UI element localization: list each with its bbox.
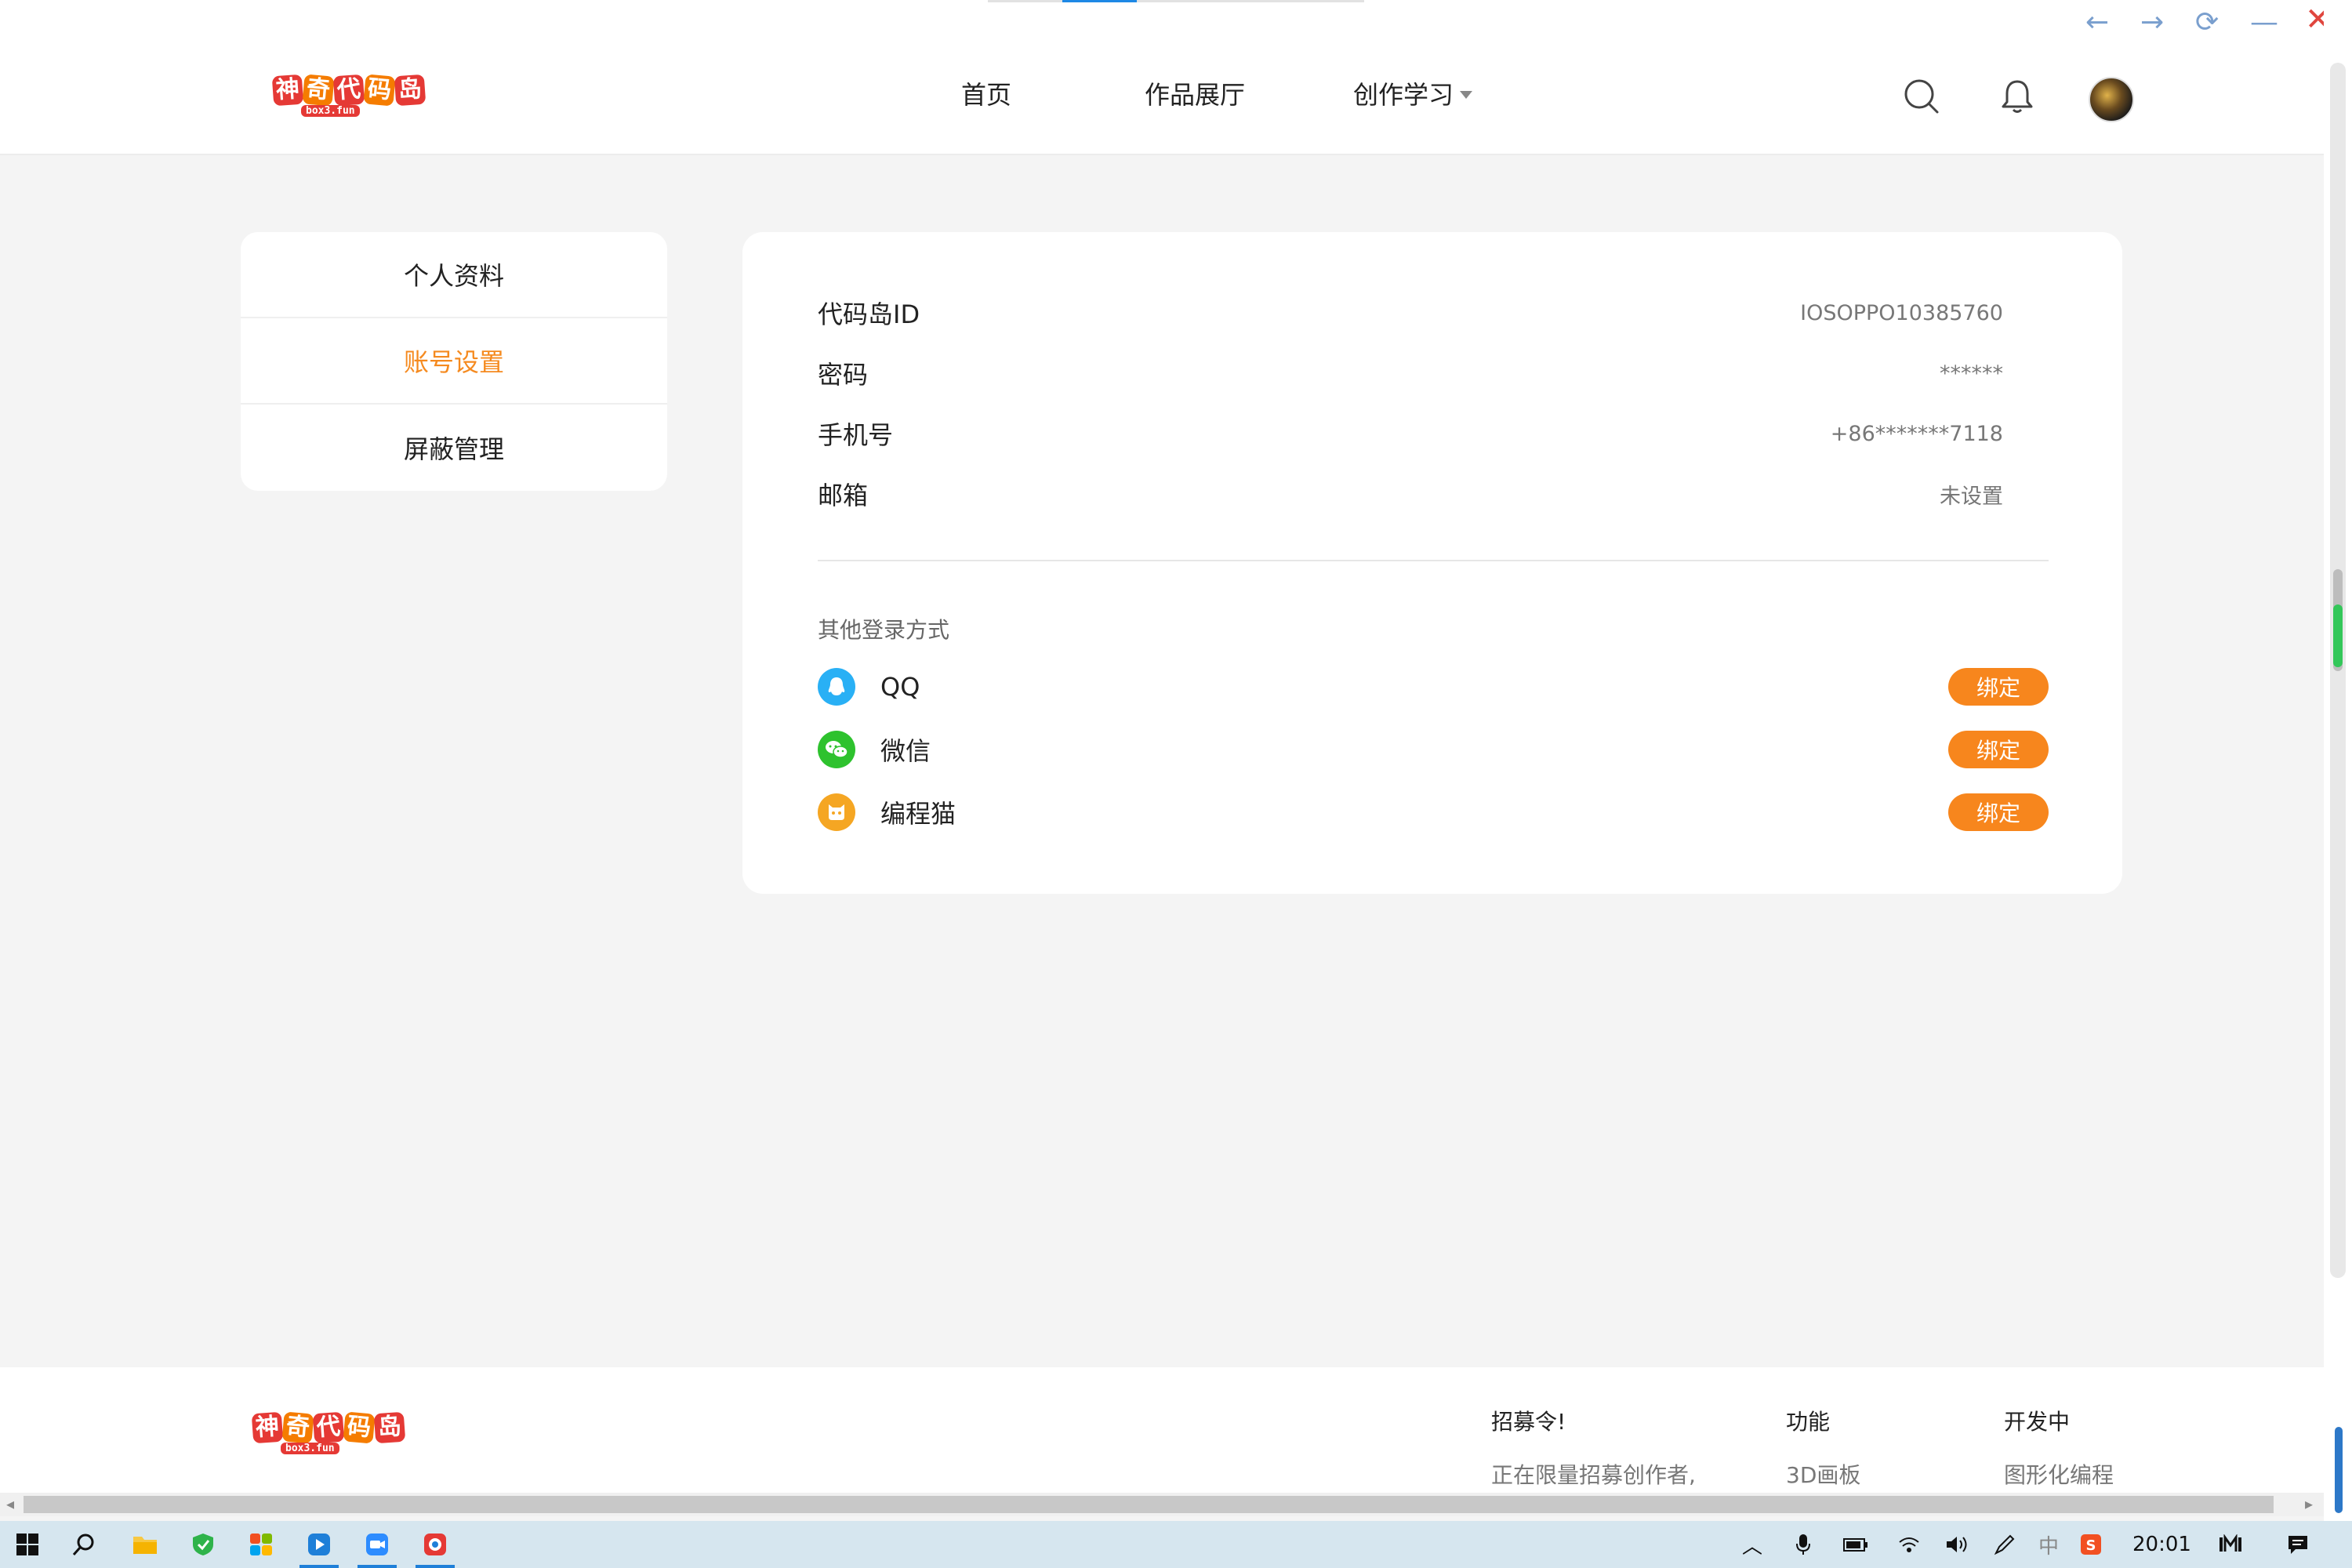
qq-icon (818, 668, 855, 706)
provider-row-codemao: 编程猫 绑定 (818, 793, 2049, 831)
horizontal-scrollbar[interactable]: ◂ ▸ (0, 1493, 2324, 1516)
scroll-right-icon[interactable]: ▸ (2305, 1494, 2313, 1513)
svg-text:S: S (2086, 1537, 2096, 1554)
security-shield-icon[interactable] (176, 1521, 230, 1568)
logo-char: 代 (332, 74, 365, 107)
field-value: ****** (1940, 361, 2003, 386)
search-icon[interactable] (1904, 78, 1940, 118)
logo-char: 奇 (302, 74, 335, 107)
codemao-icon (818, 793, 855, 831)
back-icon[interactable]: ← (2085, 6, 2109, 38)
account-settings-card: 代码岛ID IOSOPPO10385760 密码 ****** 手机号 +86*… (742, 232, 2122, 894)
other-login-title: 其他登录方式 (818, 617, 950, 643)
battery-icon[interactable] (1842, 1521, 1869, 1568)
footer-link[interactable]: 正在限量招募创作者, (1491, 1458, 1696, 1490)
app-grid-icon[interactable] (234, 1521, 289, 1568)
account-row-id: 代码岛ID IOSOPPO10385760 (818, 295, 2003, 331)
nav-learn[interactable]: 创作学习 (1353, 75, 1473, 111)
scroll-thumb[interactable] (24, 1496, 2274, 1513)
top-bar: 神 奇 代 码 岛 box3.fun 首页 作品展厅 创作学习 ← → ⟳ — … (0, 0, 2332, 155)
logo-char: 神 (251, 1411, 284, 1444)
language-icon[interactable] (2217, 1521, 2244, 1568)
logo-char: 岛 (394, 74, 426, 107)
footer: 神 奇 代 码 岛 box3.fun 招募令! 正在限量招募创作者, 功能 3D… (0, 1367, 2324, 1493)
menu-item-block-management[interactable]: 屏蔽管理 (241, 405, 667, 491)
pen-icon[interactable] (1993, 1521, 2016, 1568)
chevron-down-icon (1460, 91, 1473, 99)
divider (818, 560, 2049, 561)
meeting-app-icon[interactable] (350, 1521, 405, 1568)
field-value: 未设置 (1940, 484, 2003, 509)
footer-col-dev: 开发中 图形化编程 (2004, 1405, 2114, 1490)
logo-char: 岛 (373, 1411, 406, 1444)
vertical-scrollbar[interactable] (2324, 0, 2352, 1521)
ime-indicator[interactable]: 中 (2038, 1521, 2059, 1568)
field-label: 密码 (818, 360, 869, 390)
bell-icon[interactable] (2001, 78, 2034, 118)
footer-logo[interactable]: 神 奇 代 码 岛 box3.fun (251, 1411, 406, 1454)
wechat-icon (818, 731, 855, 768)
field-value: IOSOPPO10385760 (1800, 300, 2003, 325)
field-value: +86*******7118 (1830, 421, 2003, 446)
bind-wechat-button[interactable]: 绑定 (1948, 731, 2049, 768)
footer-link[interactable]: 3D画板 (1786, 1458, 1860, 1490)
scroll-left-icon[interactable]: ◂ (6, 1494, 14, 1513)
footer-heading: 招募令! (1491, 1409, 1566, 1435)
minimize-icon[interactable]: — (2250, 6, 2278, 38)
settings-menu: 个人资料 账号设置 屏蔽管理 (241, 232, 667, 491)
windows-start-icon[interactable] (0, 1521, 55, 1568)
logo-char: 奇 (281, 1411, 314, 1444)
account-row-phone[interactable]: 手机号 +86*******7118 (818, 416, 2003, 452)
provider-row-wechat: 微信 绑定 (818, 731, 2049, 768)
forward-icon[interactable]: → (2140, 6, 2164, 38)
bind-qq-button[interactable]: 绑定 (1948, 668, 2049, 706)
search-icon[interactable] (56, 1521, 111, 1568)
taskbar: ︿ 中 S 20:01 (0, 1521, 2352, 1568)
footer-heading: 功能 (1786, 1409, 1831, 1435)
logo-char: 码 (363, 74, 396, 107)
file-explorer-icon[interactable] (118, 1521, 172, 1568)
nav-gallery[interactable]: 作品展厅 (1145, 75, 1245, 111)
tab-indicator (988, 0, 1364, 2)
volume-icon[interactable] (1944, 1521, 1969, 1568)
nav-home[interactable]: 首页 (961, 75, 1011, 111)
wifi-icon[interactable] (1897, 1521, 1921, 1568)
box3-app-icon[interactable] (408, 1521, 463, 1568)
scroll-handle[interactable] (2335, 1427, 2343, 1513)
field-label: 手机号 (818, 420, 894, 450)
sogou-input-icon[interactable]: S (2079, 1521, 2103, 1568)
clock-time[interactable]: 20:01 (2132, 1521, 2191, 1568)
footer-col-recruit: 招募令! 正在限量招募创作者, (1491, 1405, 1696, 1490)
menu-item-profile[interactable]: 个人资料 (241, 232, 667, 318)
provider-row-qq: QQ 绑定 (818, 668, 2049, 706)
provider-name: 编程猫 (880, 799, 956, 829)
account-row-email[interactable]: 邮箱 未设置 (818, 476, 2003, 512)
field-label: 邮箱 (818, 481, 869, 510)
scroll-thumb[interactable] (2333, 569, 2343, 671)
reload-icon[interactable]: ⟳ (2195, 6, 2219, 38)
bind-codemao-button[interactable]: 绑定 (1948, 793, 2049, 831)
account-row-password[interactable]: 密码 ****** (818, 355, 2003, 391)
footer-col-features: 功能 3D画板 (1786, 1405, 1860, 1490)
notification-icon[interactable] (2286, 1521, 2310, 1568)
tray-expand-icon[interactable]: ︿ (1742, 1521, 1762, 1568)
footer-link[interactable]: 图形化编程 (2004, 1458, 2114, 1490)
video-player-icon[interactable] (292, 1521, 347, 1568)
provider-name: QQ (880, 672, 920, 702)
nav-learn-label: 创作学习 (1353, 80, 1454, 110)
logo-char: 码 (343, 1411, 376, 1444)
footer-heading: 开发中 (2004, 1409, 2071, 1435)
logo-subtitle: box3.fun (281, 1443, 339, 1454)
provider-name: 微信 (880, 736, 931, 766)
logo-subtitle: box3.fun (301, 105, 360, 117)
microphone-icon[interactable] (1795, 1521, 1811, 1568)
menu-item-account-settings[interactable]: 账号设置 (241, 318, 667, 405)
field-label: 代码岛ID (818, 299, 920, 329)
logo-char: 神 (271, 74, 304, 107)
avatar[interactable] (2089, 77, 2134, 122)
site-logo[interactable]: 神 奇 代 码 岛 box3.fun (271, 74, 426, 117)
logo-char: 代 (312, 1411, 345, 1444)
